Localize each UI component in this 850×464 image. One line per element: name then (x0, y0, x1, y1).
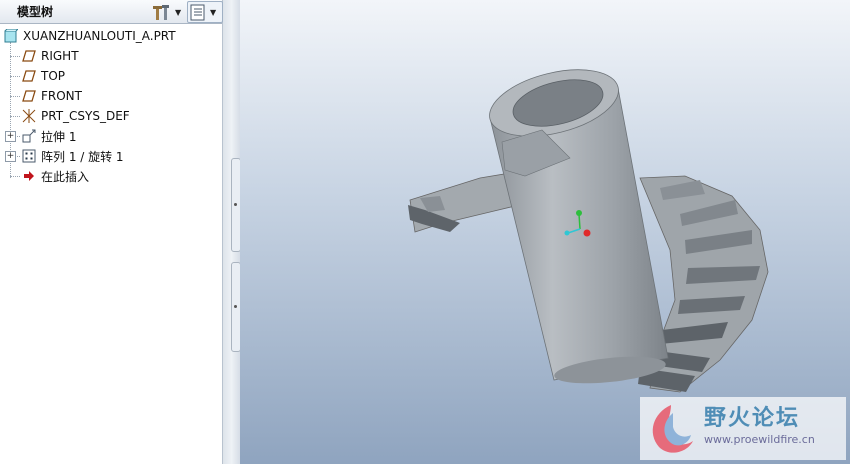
chevron-down-icon: ▼ (210, 7, 217, 17)
tree-item-csys[interactable]: PRT_CSYS_DEF (0, 106, 244, 126)
chevron-down-icon: ▼ (175, 7, 182, 17)
tree-item-pattern[interactable]: + 阵列 1 / 旋转 1 (0, 146, 244, 166)
expand-icon[interactable]: + (5, 131, 16, 142)
tree-item-front[interactable]: FRONT (0, 86, 244, 106)
graphics-window[interactable]: 野火论坛 www.proewildfire.cn (240, 0, 850, 464)
tree-item-label: TOP (41, 69, 66, 83)
tree-item-extrude[interactable]: + 拉伸 1 (0, 126, 244, 146)
panel-splitter[interactable] (223, 0, 241, 464)
insert-here-arrow-icon (22, 169, 36, 183)
model-tree-title: 模型树 (17, 5, 54, 19)
watermark-url: www.proewildfire.cn (704, 433, 815, 446)
datum-plane-icon (22, 89, 36, 103)
coordinate-system-icon (22, 109, 36, 123)
extrude-icon (22, 129, 36, 143)
tree-item-label: RIGHT (41, 49, 79, 63)
part-icon (4, 28, 20, 43)
tree-show-button[interactable]: ▼ (187, 1, 223, 23)
expand-icon[interactable]: + (5, 151, 16, 162)
model-tree-panel: 模型树 ▼ ▼ XUANZHUANLOUTI_A.PRT RIGHT TOP F… (0, 0, 223, 464)
datum-plane-icon (22, 69, 36, 83)
tree-item-label: 阵列 1 / 旋转 1 (41, 149, 124, 164)
tree-show-icon (190, 4, 205, 21)
tree-settings-icon (153, 5, 169, 20)
tree-item-label: PRT_CSYS_DEF (41, 109, 130, 123)
datum-plane-icon (22, 49, 36, 63)
part-model-render[interactable] (240, 0, 850, 464)
pattern-icon (22, 149, 36, 163)
tree-item-label: 在此插入 (41, 169, 90, 184)
hollow-cylinder (489, 69, 669, 384)
tree-item-label: 拉伸 1 (41, 129, 77, 144)
grip-dot (234, 203, 237, 206)
forum-watermark: 野火论坛 www.proewildfire.cn (640, 397, 846, 460)
tree-item-right[interactable]: RIGHT (0, 46, 244, 66)
tree-item-label: FRONT (41, 89, 82, 103)
model-tree-header: 模型树 ▼ ▼ (0, 0, 223, 24)
grip-dot (234, 305, 237, 308)
tree-item-insert-here[interactable]: 在此插入 (0, 166, 244, 186)
flame-logo-icon (652, 405, 693, 453)
tree-item-top[interactable]: TOP (0, 66, 244, 86)
watermark-brand: 野火论坛 (704, 406, 801, 431)
tree-item-part[interactable]: XUANZHUANLOUTI_A.PRT (0, 26, 226, 46)
tree-settings-button[interactable]: ▼ (150, 1, 186, 23)
tree-item-label: XUANZHUANLOUTI_A.PRT (23, 29, 176, 43)
